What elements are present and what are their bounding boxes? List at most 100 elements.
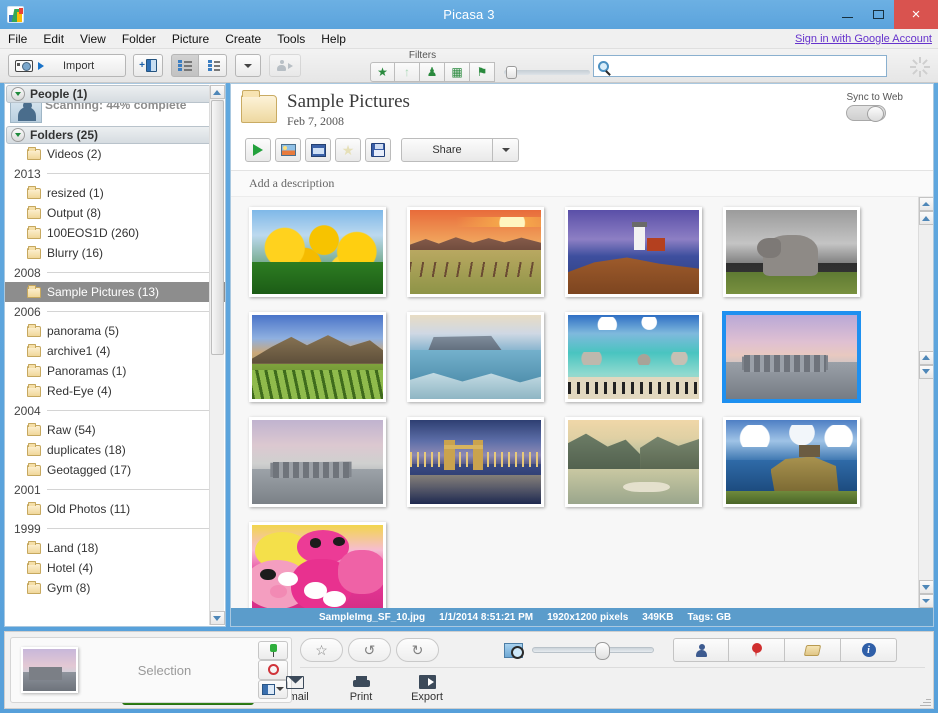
print-button[interactable]: Print <box>336 676 386 703</box>
filter-faces-button[interactable]: ♟ <box>420 62 445 82</box>
tags-view-button[interactable] <box>785 638 841 662</box>
sign-in-link[interactable]: Sign in with Google Account <box>795 33 932 45</box>
photo-table-mountain[interactable] <box>407 312 554 406</box>
sidebar-folder-item[interactable]: duplicates (18) <box>5 440 225 460</box>
clear-selection-button[interactable] <box>258 660 288 679</box>
resize-grip[interactable] <box>919 694 931 706</box>
sidebar-folder-item[interactable]: Old Photos (11) <box>5 499 225 519</box>
photo-tower-bridge[interactable] <box>407 417 554 511</box>
info-view-button[interactable]: i <box>841 638 897 662</box>
filter-movies-button[interactable]: ▦ <box>445 62 470 82</box>
sidebar-folder-item[interactable]: Blurry (16) <box>5 243 225 263</box>
photo-penguin-beach[interactable] <box>565 312 712 406</box>
menu-folder[interactable]: Folder <box>114 29 164 49</box>
scroll-down-button[interactable] <box>919 580 934 594</box>
menu-help[interactable]: Help <box>313 29 354 49</box>
photo-thumbnail[interactable] <box>565 207 702 297</box>
scroll-page-up-button[interactable] <box>919 351 934 365</box>
photo-coastal-castle[interactable] <box>723 417 870 511</box>
sidebar-folder-item[interactable]: Raw (54) <box>5 420 225 440</box>
filter-geotagged-button[interactable]: ⚑ <box>470 62 495 82</box>
photo-thumbnail[interactable] <box>407 417 544 507</box>
add-photos-button[interactable] <box>275 138 301 162</box>
photo-thumbnail[interactable] <box>249 522 386 608</box>
export-button[interactable]: Export <box>402 675 452 703</box>
sidebar-folder-item[interactable]: Land (18) <box>5 538 225 558</box>
sidebar-folder-item[interactable]: resized (1) <box>5 183 225 203</box>
description-field[interactable]: Add a description <box>231 171 933 197</box>
slider-knob[interactable] <box>506 66 517 79</box>
sidebar-folder-item[interactable]: Hotel (4) <box>5 558 225 578</box>
sidebar-folder-item[interactable]: Geotagged (17) <box>5 460 225 480</box>
photo-thumbnail[interactable] <box>565 417 702 507</box>
sidebar-folder-item[interactable]: archive1 (4) <box>5 341 225 361</box>
photo-thumbnail[interactable] <box>249 207 386 297</box>
collapse-icon[interactable] <box>11 87 25 101</box>
scroll-up-button[interactable] <box>210 85 225 99</box>
sidebar-scrollbar[interactable] <box>209 85 224 625</box>
search-box[interactable] <box>593 55 887 77</box>
photo-thumbnail[interactable] <box>565 312 702 402</box>
photo-desert-sunset[interactable] <box>407 207 554 301</box>
pin-selection-button[interactable] <box>258 641 288 660</box>
sidebar-folder-item[interactable]: Output (8) <box>5 203 225 223</box>
add-album-button[interactable]: + <box>133 54 163 77</box>
rotate-left-button[interactable]: ↺ <box>348 638 391 662</box>
search-input[interactable] <box>613 59 886 73</box>
sidebar-folder-item[interactable]: Sample Pictures (13) <box>5 282 225 302</box>
rotate-right-button[interactable]: ↻ <box>396 638 439 662</box>
share-button[interactable]: Share <box>401 138 493 162</box>
photo-tulips[interactable] <box>249 207 396 301</box>
photo-stonehenge-pink[interactable] <box>723 312 870 406</box>
menu-edit[interactable]: Edit <box>35 29 72 49</box>
add-to-album-button[interactable] <box>258 680 288 699</box>
photo-vineyard-mountain[interactable] <box>249 312 396 406</box>
tree-view-icon[interactable] <box>199 54 227 77</box>
places-view-button[interactable] <box>729 638 785 662</box>
import-button[interactable]: Import <box>8 54 126 77</box>
sidebar-folder-item[interactable]: Videos (2) <box>5 144 225 164</box>
sidebar-folder-item[interactable]: panorama (5) <box>5 321 225 341</box>
photo-thumbnail[interactable] <box>723 207 860 297</box>
menu-file[interactable]: File <box>0 29 35 49</box>
sidebar-folder-item[interactable]: Panoramas (1) <box>5 361 225 381</box>
filter-starred-button[interactable]: ★ <box>370 62 395 82</box>
menu-picture[interactable]: Picture <box>164 29 217 49</box>
scroll-bottom-button[interactable] <box>919 594 934 608</box>
star-photo-button[interactable]: ☆ <box>300 638 343 662</box>
photo-stonehenge-grey[interactable] <box>249 417 396 511</box>
selected-photo-thumbnail[interactable] <box>21 647 78 693</box>
photo-teddy-bears[interactable] <box>249 522 396 608</box>
people-section-header[interactable]: People (1) <box>6 85 224 103</box>
face-thumbnail[interactable] <box>10 103 42 123</box>
photo-thumbnail[interactable] <box>249 417 386 507</box>
scrollbar-thumb[interactable] <box>211 100 224 355</box>
photo-misty-lake[interactable] <box>565 417 712 511</box>
play-slideshow-button[interactable] <box>245 138 271 162</box>
sidebar-folder-item[interactable]: 100EOS1D (260) <box>5 223 225 243</box>
photo-thumbnail[interactable] <box>407 312 544 402</box>
photo-thumbnail[interactable] <box>407 207 544 297</box>
people-view-button[interactable] <box>673 638 729 662</box>
list-view-icon[interactable] <box>171 54 199 77</box>
menu-tools[interactable]: Tools <box>269 29 313 49</box>
menu-create[interactable]: Create <box>217 29 269 49</box>
sidebar-folder-item[interactable]: Gym (8) <box>5 578 225 598</box>
zoom-slider[interactable] <box>532 647 654 653</box>
photo-thumbnail[interactable] <box>723 312 860 402</box>
zoom-slider-knob[interactable] <box>595 642 610 660</box>
scroll-up-button[interactable] <box>919 211 934 225</box>
sync-toggle[interactable] <box>846 105 886 121</box>
save-button[interactable] <box>365 138 391 162</box>
scroll-down-button[interactable] <box>210 611 225 625</box>
sidebar-folder-item[interactable]: Red-Eye (4) <box>5 381 225 401</box>
star-button[interactable]: ★ <box>335 138 361 162</box>
scroll-top-button[interactable] <box>919 197 934 211</box>
add-movie-button[interactable] <box>305 138 331 162</box>
scroll-page-down-button[interactable] <box>919 365 934 379</box>
photo-thumbnail[interactable] <box>249 312 386 402</box>
date-range-slider[interactable] <box>504 62 590 82</box>
person-play-button[interactable] <box>269 54 301 77</box>
menu-view[interactable]: View <box>72 29 114 49</box>
view-options-dropdown[interactable] <box>235 54 261 77</box>
